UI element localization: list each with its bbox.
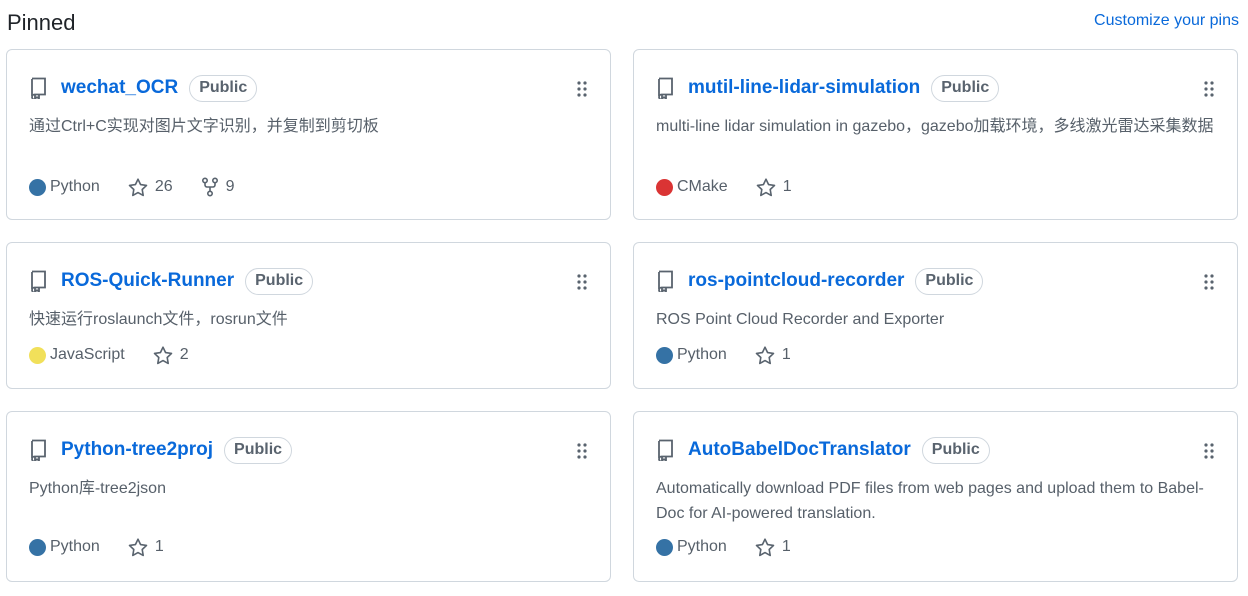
visibility-badge: Public xyxy=(921,436,990,464)
pinned-title: Pinned xyxy=(7,10,76,35)
stars-link[interactable]: 1 xyxy=(756,177,792,197)
card-header: wechat_OCR Public xyxy=(29,74,258,102)
stars-count: 1 xyxy=(781,538,791,555)
grabber-icon[interactable] xyxy=(1203,80,1215,98)
pinned-repo-card: AutoBabelDocTranslator Public Automatica… xyxy=(633,411,1238,582)
pinned-repo-card: ROS-Quick-Runner Public 快速运行roslaunch文件，… xyxy=(6,242,611,389)
card-header: ROS-Quick-Runner Public xyxy=(29,267,314,295)
star-icon xyxy=(756,177,775,196)
card-header: mutil-line-lidar-simulation Public xyxy=(656,74,1000,102)
repo-meta: Python 1 xyxy=(656,344,819,366)
repo-language: Python xyxy=(656,538,727,556)
customize-pins-link[interactable]: Customize your pins xyxy=(1094,12,1239,30)
repo-icon xyxy=(29,77,47,101)
stars-count: 2 xyxy=(179,346,189,363)
repo-name-link[interactable]: ros-pointcloud-recorder xyxy=(688,270,904,292)
repo-icon xyxy=(656,270,674,294)
fork-icon xyxy=(201,177,218,197)
repo-meta: CMake 1 xyxy=(656,176,820,198)
visibility-badge: Public xyxy=(245,267,314,295)
language-color-dot xyxy=(29,538,46,556)
repo-language: Python xyxy=(29,538,100,556)
repo-language: Python xyxy=(656,346,727,364)
visibility-badge: Public xyxy=(931,74,1000,102)
grabber-icon[interactable] xyxy=(576,273,588,291)
repo-language: CMake xyxy=(656,178,728,196)
pinned-repo-card: mutil-line-lidar-simulation Public multi… xyxy=(633,49,1238,220)
visibility-badge: Public xyxy=(915,267,984,295)
repo-description: ROS Point Cloud Recorder and Exporter xyxy=(656,311,945,328)
language-label: Python xyxy=(677,538,727,555)
language-color-dot xyxy=(29,178,46,196)
stars-link[interactable]: 1 xyxy=(755,345,791,365)
card-header: AutoBabelDocTranslator Public xyxy=(656,436,990,464)
language-color-dot xyxy=(656,178,673,196)
repo-icon xyxy=(656,439,674,463)
repo-name-link[interactable]: mutil-line-lidar-simulation xyxy=(688,77,920,99)
language-color-dot xyxy=(656,538,673,556)
star-icon xyxy=(128,177,148,196)
repo-description: 快速运行roslaunch文件，rosrun文件 xyxy=(29,311,288,328)
visibility-badge: Public xyxy=(224,436,293,464)
forks-count: 9 xyxy=(225,178,235,195)
stars-link[interactable]: 1 xyxy=(128,537,164,557)
card-header: ros-pointcloud-recorder Public xyxy=(656,267,984,295)
star-icon xyxy=(755,345,775,364)
stars-count: 1 xyxy=(154,538,164,555)
pinned-header: Pinned Customize your pins xyxy=(7,8,1239,38)
forks-link[interactable]: 9 xyxy=(201,177,235,197)
star-icon xyxy=(755,537,775,556)
language-label: CMake xyxy=(677,178,728,195)
repo-meta: Python 1 xyxy=(656,536,819,558)
repo-language: JavaScript xyxy=(29,346,125,364)
stars-count: 1 xyxy=(781,346,791,363)
repo-icon xyxy=(29,270,47,294)
stars-link[interactable]: 2 xyxy=(153,345,189,365)
repo-description: Python库-tree2json xyxy=(29,480,166,497)
language-color-dot xyxy=(656,346,673,364)
language-label: Python xyxy=(50,178,100,195)
grabber-icon[interactable] xyxy=(1203,442,1215,460)
star-icon xyxy=(128,537,148,556)
pinned-repo-card: Python-tree2proj Public Python库-tree2jso… xyxy=(6,411,611,582)
star-icon xyxy=(153,345,173,364)
pinned-repo-card: ros-pointcloud-recorder Public ROS Point… xyxy=(633,242,1238,389)
repo-language: Python xyxy=(29,178,100,196)
repo-icon xyxy=(29,439,47,463)
repo-description: 通过Ctrl+C实现对图片文字识别，并复制到剪切板 xyxy=(29,118,379,135)
repo-name-link[interactable]: wechat_OCR xyxy=(61,77,178,99)
grabber-icon[interactable] xyxy=(576,80,588,98)
pinned-repo-card: wechat_OCR Public 通过Ctrl+C实现对图片文字识别，并复制到… xyxy=(6,49,611,220)
repo-name-link[interactable]: AutoBabelDocTranslator xyxy=(688,439,911,461)
grabber-icon[interactable] xyxy=(576,442,588,460)
repo-description: Automatically download PDF files from we… xyxy=(656,480,1204,522)
repo-name-link[interactable]: ROS-Quick-Runner xyxy=(61,270,234,292)
repo-icon xyxy=(656,77,674,101)
repo-meta: JavaScript 2 xyxy=(29,344,217,366)
grabber-icon[interactable] xyxy=(1203,273,1215,291)
stars-link[interactable]: 1 xyxy=(755,537,791,557)
repo-name-link[interactable]: Python-tree2proj xyxy=(61,439,213,461)
repo-description: multi-line lidar simulation in gazebo，ga… xyxy=(656,118,1214,135)
stars-count: 1 xyxy=(782,178,792,195)
stars-count: 26 xyxy=(154,178,173,195)
card-header: Python-tree2proj Public xyxy=(29,436,293,464)
language-label: JavaScript xyxy=(50,346,125,363)
stars-link[interactable]: 26 xyxy=(128,177,173,197)
language-label: Python xyxy=(50,538,100,555)
language-label: Python xyxy=(677,346,727,363)
repo-meta: Python 1 xyxy=(29,536,192,558)
repo-meta: Python 26 9 xyxy=(29,176,263,198)
language-color-dot xyxy=(29,346,46,364)
visibility-badge: Public xyxy=(189,74,258,102)
